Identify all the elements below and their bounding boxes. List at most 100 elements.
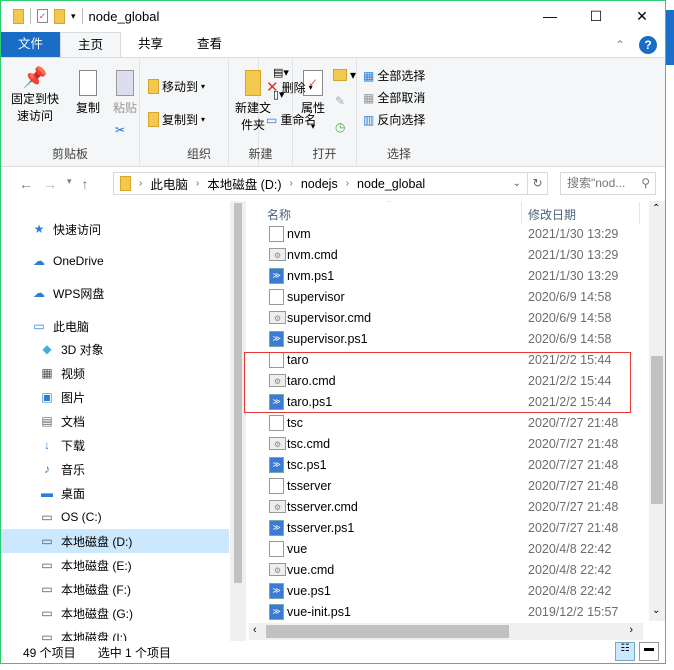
search-input[interactable]: 搜索"nod... ⚲ bbox=[560, 172, 656, 195]
address-bar[interactable]: › 此电脑 › 本地磁盘 (D:) › nodejs › node_global ⌄ bbox=[113, 172, 528, 195]
refresh-button[interactable]: ↻ bbox=[528, 172, 548, 195]
collapse-ribbon-icon[interactable]: ⌃ bbox=[615, 38, 625, 52]
file-row[interactable]: ≫ tsserver.ps1 2020/7/27 21:48 bbox=[249, 517, 643, 538]
sidebar-item[interactable]: ▦ 视频 bbox=[1, 361, 229, 385]
sidebar-icon: ▭ bbox=[41, 606, 53, 620]
breadcrumb-this-pc[interactable]: 此电脑 bbox=[150, 174, 188, 193]
sidebar-item[interactable]: ☁ WPS网盘 bbox=[1, 281, 229, 305]
minimize-button[interactable]: — bbox=[527, 1, 573, 31]
cmd-file-icon: ⚙ bbox=[269, 311, 286, 324]
file-row[interactable]: vue 2020/4/8 22:42 bbox=[249, 538, 643, 559]
sidebar-item[interactable]: ☁ OneDrive bbox=[1, 249, 229, 273]
file-row[interactable]: nvm 2021/1/30 13:29 bbox=[249, 223, 643, 244]
tab-view[interactable]: 查看 bbox=[180, 32, 239, 57]
sidebar-item[interactable]: ★ 快速访问 bbox=[1, 217, 229, 241]
open-icon[interactable]: ▾ bbox=[333, 68, 356, 82]
file-row[interactable]: ≫ vue.ps1 2020/4/8 22:42 bbox=[249, 580, 643, 601]
up-button[interactable]: ↑ bbox=[82, 176, 89, 192]
customize-quick-access-icon[interactable]: ▾ bbox=[71, 11, 76, 22]
tab-share[interactable]: 共享 bbox=[121, 32, 180, 57]
delete-button[interactable]: ✕ 删除 ▾ bbox=[266, 78, 313, 96]
invert-selection-button[interactable]: ▥ 反向选择 bbox=[363, 111, 425, 128]
title-bar: ✓ ▾ node_global — ☐ ✕ bbox=[1, 1, 665, 31]
copy-button[interactable]: 复制 bbox=[71, 70, 105, 117]
sidebar-item[interactable]: ▬ 桌面 bbox=[1, 481, 229, 505]
rename-button[interactable]: ▭ 重命名 bbox=[266, 111, 316, 128]
large-icons-view-button[interactable]: ▬ bbox=[639, 642, 659, 661]
sidebar-item[interactable]: ▭ 本地磁盘 (E:) bbox=[1, 553, 229, 577]
file-row[interactable]: tsserver 2020/7/27 21:48 bbox=[249, 475, 643, 496]
sidebar-item[interactable]: ▣ 图片 bbox=[1, 385, 229, 409]
clipboard-label: 剪贴板 bbox=[51, 147, 88, 161]
sidebar-item-label: 本地磁盘 (D:) bbox=[61, 534, 133, 549]
column-name[interactable]: 名称 bbox=[267, 206, 291, 223]
file-row[interactable]: ⚙ tsserver.cmd 2020/7/27 21:48 bbox=[249, 496, 643, 517]
sidebar-item-label: 本地磁盘 (G:) bbox=[61, 606, 133, 621]
history-icon[interactable]: ◷ bbox=[335, 120, 345, 134]
pin-icon: 📌 bbox=[22, 67, 48, 89]
maximize-button[interactable]: ☐ bbox=[573, 1, 619, 31]
horizontal-scrollbar[interactable]: ‹ › bbox=[249, 623, 643, 640]
sidebar-item-label: 音乐 bbox=[61, 462, 86, 477]
recent-locations-icon[interactable]: ▾ bbox=[67, 176, 72, 192]
details-view-button[interactable]: ☷ bbox=[615, 642, 635, 661]
file-date: 2020/7/27 21:48 bbox=[528, 415, 619, 430]
sidebar-item[interactable]: ▭ 本地磁盘 (F:) bbox=[1, 577, 229, 601]
file-row[interactable]: supervisor 2020/6/9 14:58 bbox=[249, 286, 643, 307]
file-date: 2020/7/27 21:48 bbox=[528, 457, 619, 472]
edit-icon[interactable]: ✎ bbox=[335, 94, 345, 108]
select-none-button[interactable]: ▦ 全部取消 bbox=[363, 89, 425, 106]
tab-home[interactable]: 主页 bbox=[60, 32, 122, 57]
sidebar-item-label: 此电脑 bbox=[53, 319, 90, 334]
breadcrumb-drive-d[interactable]: 本地磁盘 (D:) bbox=[207, 174, 281, 193]
search-icon: ⚲ bbox=[641, 176, 650, 190]
close-button[interactable]: ✕ bbox=[619, 1, 665, 31]
new-folder-quick-icon[interactable] bbox=[54, 8, 65, 24]
sidebar-item[interactable]: ◆ 3D 对象 bbox=[1, 337, 229, 361]
sidebar-item[interactable]: ▭ 此电脑 bbox=[1, 314, 229, 338]
forward-button[interactable]: → bbox=[43, 176, 57, 192]
sidebar-item[interactable]: ▭ OS (C:) bbox=[1, 505, 229, 529]
sidebar-icon: ▭ bbox=[41, 510, 53, 524]
file-file-icon bbox=[269, 477, 284, 494]
file-list-scrollbar[interactable]: ⌃ ⌄ bbox=[649, 201, 665, 621]
sidebar-scrollbar[interactable] bbox=[230, 201, 246, 641]
file-row[interactable]: ⚙ vue.cmd 2020/4/8 22:42 bbox=[249, 559, 643, 580]
sidebar-item[interactable]: ▭ 本地磁盘 (D:) bbox=[1, 529, 229, 553]
tab-file[interactable]: 文件 bbox=[1, 32, 61, 57]
file-name: tsc bbox=[287, 415, 303, 430]
cut-icon[interactable]: ✂ bbox=[115, 123, 125, 137]
file-row[interactable]: ⚙ tsc.cmd 2020/7/27 21:48 bbox=[249, 433, 643, 454]
file-date: 2020/7/27 21:48 bbox=[528, 436, 619, 451]
select-all-button[interactable]: ▦ 全部选择 bbox=[363, 67, 425, 84]
sidebar-item[interactable]: ▤ 文档 bbox=[1, 409, 229, 433]
cmd-file-icon: ⚙ bbox=[269, 563, 286, 576]
back-button[interactable]: ← bbox=[19, 176, 33, 192]
paste-button[interactable]: 粘贴 bbox=[111, 70, 139, 117]
file-name: supervisor.ps1 bbox=[287, 331, 368, 346]
sidebar-icon: ▣ bbox=[41, 390, 53, 404]
file-row[interactable]: ≫ nvm.ps1 2021/1/30 13:29 bbox=[249, 265, 643, 286]
file-date: 2020/4/8 22:42 bbox=[528, 583, 612, 598]
help-icon[interactable]: ? bbox=[639, 35, 657, 54]
file-row[interactable]: ⚙ supervisor.cmd 2020/6/9 14:58 bbox=[249, 307, 643, 328]
sidebar-item[interactable]: ▭ 本地磁盘 (I:) bbox=[1, 625, 229, 641]
properties-quick-icon[interactable]: ✓ bbox=[37, 9, 48, 23]
column-date[interactable]: 修改日期 bbox=[528, 206, 576, 223]
file-row[interactable]: ≫ supervisor.ps1 2020/6/9 14:58 bbox=[249, 328, 643, 349]
breadcrumb-node-global[interactable]: node_global bbox=[357, 177, 425, 191]
sidebar-item[interactable]: ▭ 本地磁盘 (G:) bbox=[1, 601, 229, 625]
address-dropdown-icon[interactable]: ⌄ bbox=[513, 178, 527, 189]
file-row[interactable]: tsc 2020/7/27 21:48 bbox=[249, 412, 643, 433]
file-row[interactable]: ≫ tsc.ps1 2020/7/27 21:48 bbox=[249, 454, 643, 475]
window-title: node_global bbox=[88, 8, 160, 24]
breadcrumb-nodejs[interactable]: nodejs bbox=[301, 177, 338, 191]
sidebar-item[interactable]: ♪ 音乐 bbox=[1, 457, 229, 481]
explorer-window: ✓ ▾ node_global — ☐ ✕ 文件 主页 共享 查看 ⌃? 📌 固定… bbox=[0, 0, 666, 664]
file-row[interactable]: ⚙ nvm.cmd 2021/1/30 13:29 bbox=[249, 244, 643, 265]
pin-quick-access-button[interactable]: 📌 固定到快速访问 bbox=[9, 67, 61, 125]
sidebar-item[interactable]: ↓ 下载 bbox=[1, 433, 229, 457]
sidebar-icon: ▭ bbox=[33, 319, 45, 333]
folder-icon bbox=[13, 8, 24, 24]
file-row[interactable]: ≫ vue-init.ps1 2019/12/2 15:57 bbox=[249, 601, 643, 621]
